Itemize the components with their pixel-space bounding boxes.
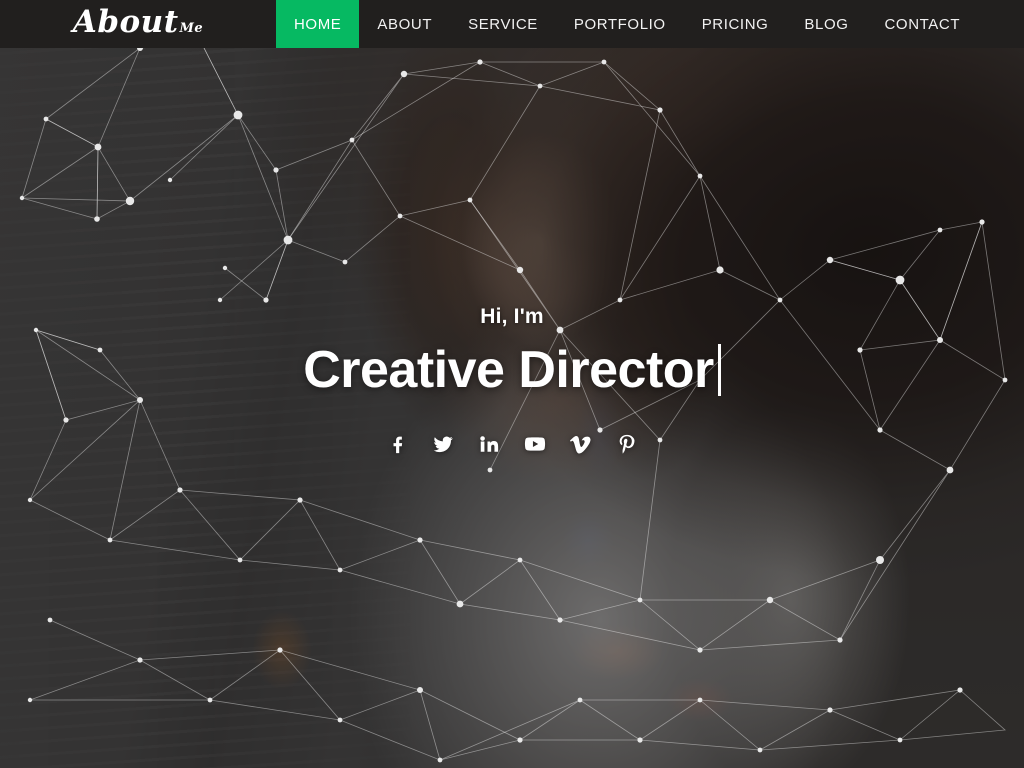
social-link-vimeo[interactable] bbox=[566, 431, 596, 461]
main-navigation: HOME ABOUT SERVICE PORTFOLIO PRICING BLO… bbox=[276, 0, 1024, 48]
facebook-icon bbox=[386, 433, 408, 460]
social-link-pinterest[interactable] bbox=[612, 431, 642, 461]
nav-label-portfolio: PORTFOLIO bbox=[573, 15, 666, 33]
vimeo-icon bbox=[570, 433, 592, 460]
nav-item-about[interactable]: ABOUT bbox=[359, 0, 450, 48]
logo-text-sub: Me bbox=[179, 20, 204, 36]
hero-headline-text: Creative Director bbox=[303, 340, 714, 399]
social-link-youtube[interactable] bbox=[520, 431, 550, 461]
nav-item-blog[interactable]: BLOG bbox=[786, 0, 866, 48]
hero-headline: Creative Director bbox=[303, 343, 721, 398]
social-link-facebook[interactable] bbox=[382, 431, 412, 461]
youtube-icon bbox=[524, 433, 546, 460]
logo-text-main: About bbox=[72, 3, 179, 40]
social-links bbox=[382, 431, 642, 461]
social-link-linkedin[interactable] bbox=[474, 431, 504, 461]
nav-label-about: ABOUT bbox=[377, 15, 433, 33]
typing-cursor bbox=[717, 344, 721, 396]
logo-text: About Me bbox=[72, 3, 204, 40]
hero-greeting: Hi, I'm bbox=[480, 304, 544, 328]
nav-item-pricing[interactable]: PRICING bbox=[684, 0, 787, 48]
nav-label-pricing: PRICING bbox=[701, 15, 769, 33]
site-logo[interactable]: About Me bbox=[0, 0, 276, 48]
nav-label-service: SERVICE bbox=[468, 15, 538, 33]
nav-label-home: HOME bbox=[294, 15, 342, 33]
linkedin-icon bbox=[478, 433, 500, 460]
pinterest-icon bbox=[616, 433, 638, 460]
social-link-twitter[interactable] bbox=[428, 431, 458, 461]
nav-label-contact: CONTACT bbox=[884, 15, 961, 33]
nav-label-blog: BLOG bbox=[804, 15, 849, 33]
site-header: About Me HOME ABOUT SERVICE PORTFOLIO PRI… bbox=[0, 0, 1024, 48]
hero-page: About Me HOME ABOUT SERVICE PORTFOLIO PRI… bbox=[0, 0, 1024, 768]
hero-content: Hi, I'm Creative Director bbox=[0, 48, 1024, 768]
nav-item-contact[interactable]: CONTACT bbox=[867, 0, 979, 48]
nav-item-service[interactable]: SERVICE bbox=[450, 0, 556, 48]
twitter-icon bbox=[432, 433, 454, 460]
nav-item-portfolio[interactable]: PORTFOLIO bbox=[556, 0, 684, 48]
nav-item-home[interactable]: HOME bbox=[276, 0, 360, 48]
